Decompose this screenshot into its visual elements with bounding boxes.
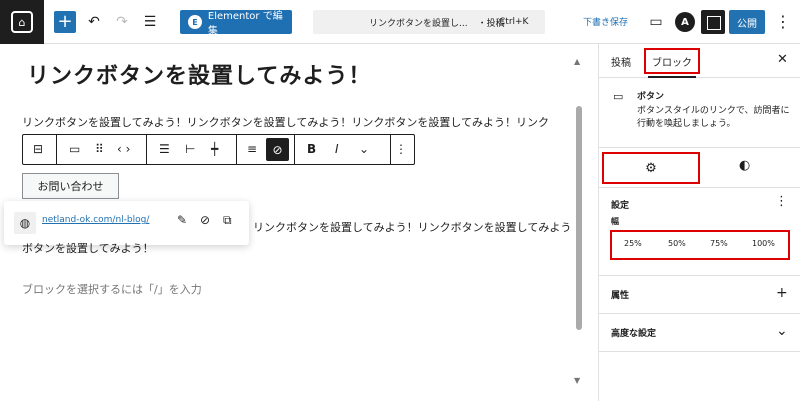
paragraph-block-continuation[interactable]: ボタンを設置してみよう！ (22, 238, 572, 259)
command-shortcut: Ctrl+K (499, 17, 529, 27)
tab-block[interactable]: ブロック (644, 48, 700, 78)
button-block-icon: ▭ (613, 90, 624, 103)
italic-icon[interactable]: I (335, 142, 339, 156)
undo-icon[interactable]: ↶ (84, 10, 104, 34)
bold-icon[interactable]: B (307, 142, 316, 156)
plus-icon[interactable]: + (776, 285, 788, 301)
advanced-panel[interactable]: 高度な設定 ⌄ (599, 314, 800, 352)
block-card: ▭ ボタン ボタンスタイルのリンクで、訪問者に行動を喚起しましょう。 (599, 78, 800, 148)
plugin-avatar-icon[interactable]: A (675, 12, 695, 32)
width-button-group: 25% 50% 75% 100% (610, 230, 790, 260)
settings-sidebar-toggle-icon[interactable] (701, 10, 725, 34)
command-title: リンクボタンを設置し... ・投稿 (369, 18, 505, 29)
attributes-panel[interactable]: 属性 + (599, 276, 800, 314)
width-option-75[interactable]: 75% (710, 239, 728, 248)
redo-icon[interactable]: ↷ (112, 10, 132, 34)
close-icon[interactable]: ✕ (777, 52, 788, 67)
toolbar-align-segment: ☰ ⊢ ┿ (147, 135, 237, 164)
paragraph-block[interactable]: リンクボタンを設置してみよう！リンクボタンを設置してみよう！リンクボタンを設置し… (22, 112, 572, 133)
drag-handle-icon[interactable]: ⠿ (95, 142, 104, 156)
width-label: 幅 (611, 217, 619, 226)
unlink-icon[interactable]: ⊘ (266, 138, 289, 161)
elementor-edit-button[interactable]: E Elementor で編集 (180, 10, 292, 37)
sidebar-tabs: 投稿 ブロック ✕ (599, 44, 800, 78)
link-url[interactable]: netland-ok.com/nl-blog/ (42, 215, 149, 225)
editor-scrollbar[interactable] (576, 106, 582, 330)
advanced-label: 高度な設定 (611, 329, 657, 339)
toolbar-format-segment: B I ⌄ (295, 135, 391, 164)
width-option-50[interactable]: 50% (668, 239, 686, 248)
settings-sidebar: 投稿 ブロック ✕ ▭ ボタン ボタンスタイルのリンクで、訪問者に行動を喚起しま… (598, 44, 800, 401)
panel-options-icon[interactable]: ⋮ (775, 194, 788, 209)
block-placeholder[interactable]: ブロックを選択するには「/」を入力 (22, 281, 202, 297)
more-options-icon[interactable]: ⋮ (395, 142, 407, 156)
button-block-icon[interactable]: ▭ (69, 142, 80, 156)
editor-topbar: ⌂ + ↶ ↷ ☰ E Elementor で編集 リンクボタンを設置し... ・… (0, 0, 800, 44)
scroll-down-icon[interactable]: ▼ (574, 376, 580, 385)
scroll-up-icon[interactable]: ▲ (574, 57, 580, 66)
block-inspector-tabs: ⚙ ◐ (599, 148, 800, 188)
elementor-icon: E (188, 15, 202, 29)
settings-panel: 設定 ⋮ 幅 25% 50% 75% 100% (599, 188, 800, 276)
settings-title: 設定 (611, 201, 630, 211)
tab-post[interactable]: 投稿 (611, 54, 631, 69)
block-toolbar: ⊟ ▭ ⠿ ‹ › ☰ ⊢ ┿ ≡ ⊘ B I ⌄ ⋮ (22, 134, 415, 165)
button-block[interactable]: お問い合わせ (22, 173, 119, 199)
chevron-down-icon[interactable]: ⌄ (776, 323, 788, 339)
width-option-100[interactable]: 100% (752, 239, 775, 248)
attributes-label: 属性 (611, 291, 630, 301)
text-align-icon[interactable]: ≡ (247, 142, 257, 156)
options-menu-icon[interactable]: ⋮ (775, 12, 791, 31)
justify-left-icon[interactable]: ⊢ (185, 142, 195, 156)
block-name: ボタン (637, 92, 665, 102)
save-draft-button[interactable]: 下書き保存 (583, 15, 628, 28)
settings-gear-icon[interactable]: ⚙ (602, 152, 700, 184)
toolbar-block-segment: ▭ ⠿ ‹ › (57, 135, 147, 164)
unlink-icon[interactable]: ⊘ (200, 213, 210, 227)
site-icon: ⌂ (11, 11, 33, 33)
post-title[interactable]: リンクボタンを設置してみよう！ (27, 58, 371, 90)
chevron-down-icon[interactable]: ⌄ (359, 142, 369, 156)
elementor-edit-label: Elementor で編集 (207, 11, 283, 37)
command-palette-bar[interactable]: リンクボタンを設置し... ・投稿 Ctrl+K (313, 10, 545, 34)
document-overview-icon[interactable]: ☰ (140, 10, 160, 34)
buttons-parent-icon[interactable]: ⊟ (33, 142, 43, 156)
edit-pencil-icon[interactable]: ✎ (177, 213, 187, 227)
block-inserter-button[interactable]: + (54, 11, 76, 33)
globe-icon: ◍ (14, 212, 36, 234)
width-option-25[interactable]: 25% (624, 239, 642, 248)
block-description: ボタンスタイルのリンクで、訪問者に行動を喚起しましょう。 (637, 106, 790, 129)
justify-center-icon[interactable]: ☰ (159, 142, 170, 156)
preview-icon[interactable]: ▭ (646, 10, 666, 34)
publish-button[interactable]: 公開 (729, 10, 765, 34)
move-arrows-icon[interactable]: ‹ › (117, 142, 130, 156)
toolbar-parent-segment: ⊟ (23, 135, 57, 164)
site-logo-button[interactable]: ⌂ (0, 0, 44, 44)
styles-contrast-icon[interactable]: ◐ (739, 158, 750, 173)
paragraph-block[interactable]: リンクボタンを設置してみよう！リンクボタンを設置してみよう！リンク (253, 217, 573, 238)
vertical-align-icon[interactable]: ┿ (211, 142, 218, 156)
copy-icon[interactable]: ⧉ (223, 213, 232, 228)
